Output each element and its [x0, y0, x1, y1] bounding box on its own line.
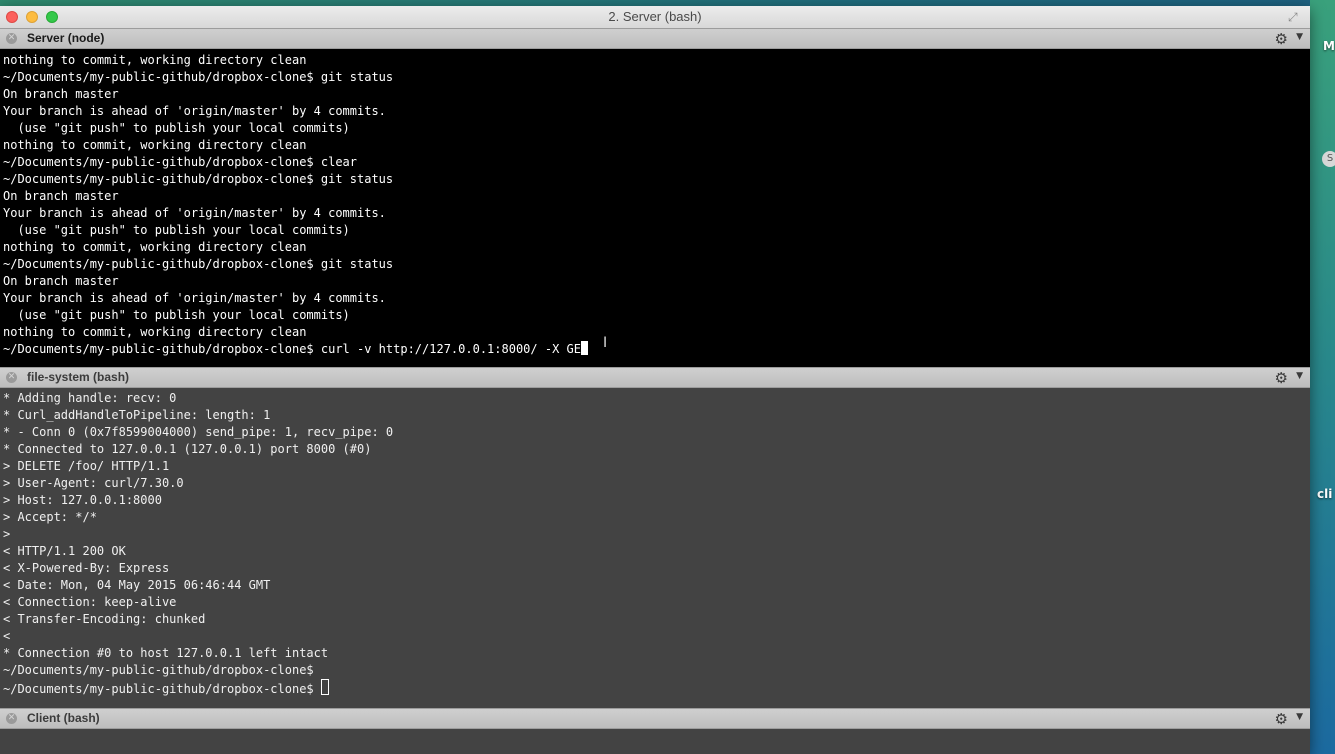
terminal-line: <	[3, 629, 11, 643]
close-x-icon[interactable]: ✕	[6, 713, 17, 724]
terminal-line: < Transfer-Encoding: chunked	[3, 612, 206, 626]
terminal-line: nothing to commit, working directory cle…	[3, 325, 307, 339]
terminal-output-server[interactable]: nothing to commit, working directory cle…	[0, 49, 1310, 367]
close-x-icon[interactable]: ✕	[6, 372, 17, 383]
terminal-line: On branch master	[3, 189, 119, 203]
pane-title-server: Server (node)	[27, 31, 105, 45]
chevron-down-icon[interactable]: ▼	[1296, 32, 1303, 42]
ibeam-cursor-icon: I	[603, 335, 608, 351]
terminal-line: * Curl_addHandleToPipeline: length: 1	[3, 408, 271, 422]
terminal-line: Your branch is ahead of 'origin/master' …	[3, 104, 386, 118]
pane-header-client[interactable]: ✕ Client (bash) ⚙ ▼	[0, 708, 1310, 729]
terminal-window: 2. Server (bash) ⤢ ✕ Server (node) ⚙ ▼ n…	[0, 6, 1310, 754]
window-title: 2. Server (bash)	[608, 9, 702, 24]
terminal-line: nothing to commit, working directory cle…	[3, 240, 307, 254]
terminal-line: > Host: 127.0.0.1:8000	[3, 493, 162, 507]
text-cursor	[580, 341, 588, 355]
prompt-text: ~/Documents/my-public-github/dropbox-clo…	[3, 342, 581, 356]
chevron-down-icon[interactable]: ▼	[1296, 712, 1303, 722]
terminal-line: >	[3, 527, 11, 541]
prompt-text: ~/Documents/my-public-github/dropbox-clo…	[3, 682, 321, 696]
terminal-line: ~/Documents/my-public-github/dropbox-clo…	[3, 663, 314, 677]
pane-title-file-system: file-system (bash)	[27, 370, 130, 384]
terminal-line: Your branch is ahead of 'origin/master' …	[3, 206, 386, 220]
terminal-line: (use "git push" to publish your local co…	[3, 308, 350, 322]
close-x-icon[interactable]: ✕	[6, 33, 17, 44]
terminal-line: > Accept: */*	[3, 510, 97, 524]
terminal-line: On branch master	[3, 87, 119, 101]
terminal-output-file-system[interactable]: * Adding handle: recv: 0 * Curl_addHandle…	[0, 388, 1310, 708]
terminal-line: < Connection: keep-alive	[3, 595, 177, 609]
terminal-line: < X-Powered-By: Express	[3, 561, 170, 575]
pane-header-server[interactable]: ✕ Server (node) ⚙ ▼	[0, 28, 1310, 49]
pane-header-file-system[interactable]: ✕ file-system (bash) ⚙ ▼	[0, 367, 1310, 388]
terminal-line: < HTTP/1.1 200 OK	[3, 544, 126, 558]
pane-title-client: Client (bash)	[27, 711, 100, 725]
terminal-line: ~/Documents/my-public-github/dropbox-clo…	[3, 257, 394, 271]
fullscreen-icon[interactable]: ⤢	[1288, 10, 1302, 24]
gear-icon[interactable]: ⚙	[1275, 30, 1288, 48]
terminal-output-client[interactable]	[0, 729, 1310, 754]
terminal-line: > DELETE /foo/ HTTP/1.1	[3, 459, 170, 473]
terminal-line: Your branch is ahead of 'origin/master' …	[3, 291, 386, 305]
terminal-line: (use "git push" to publish your local co…	[3, 223, 350, 237]
gear-icon[interactable]: ⚙	[1275, 369, 1288, 387]
terminal-line: ~/Documents/my-public-github/dropbox-clo…	[3, 172, 394, 186]
terminal-line: ~/Documents/my-public-github/dropbox-clo…	[3, 70, 394, 84]
terminal-line: On branch master	[3, 274, 119, 288]
terminal-line: (use "git push" to publish your local co…	[3, 121, 350, 135]
terminal-line: * Connected to 127.0.0.1 (127.0.0.1) por…	[3, 442, 372, 456]
desktop-label-2: cli	[1317, 487, 1333, 501]
terminal-line: * - Conn 0 (0x7f8599004000) send_pipe: 1…	[3, 425, 394, 439]
terminal-line: ~/Documents/my-public-github/dropbox-clo…	[3, 155, 358, 169]
gear-icon[interactable]: ⚙	[1275, 710, 1288, 728]
desktop-file-icon[interactable]: S	[1322, 151, 1335, 167]
terminal-prompt-line[interactable]: ~/Documents/my-public-github/dropbox-clo…	[3, 679, 1310, 696]
terminal-line: * Connection #0 to host 127.0.0.1 left i…	[3, 646, 329, 660]
desktop-label-1: M	[1323, 39, 1335, 53]
desktop-edge	[1310, 0, 1335, 754]
chevron-down-icon[interactable]: ▼	[1296, 371, 1303, 381]
terminal-line: nothing to commit, working directory cle…	[3, 138, 307, 152]
text-cursor	[320, 679, 329, 695]
terminal-line: nothing to commit, working directory cle…	[3, 53, 307, 67]
terminal-line: > User-Agent: curl/7.30.0	[3, 476, 184, 490]
window-titlebar[interactable]: 2. Server (bash) ⤢	[0, 6, 1310, 29]
terminal-prompt-line[interactable]: ~/Documents/my-public-github/dropbox-clo…	[3, 341, 1310, 358]
terminal-line: < Date: Mon, 04 May 2015 06:46:44 GMT	[3, 578, 271, 592]
terminal-line: * Adding handle: recv: 0	[3, 391, 177, 405]
